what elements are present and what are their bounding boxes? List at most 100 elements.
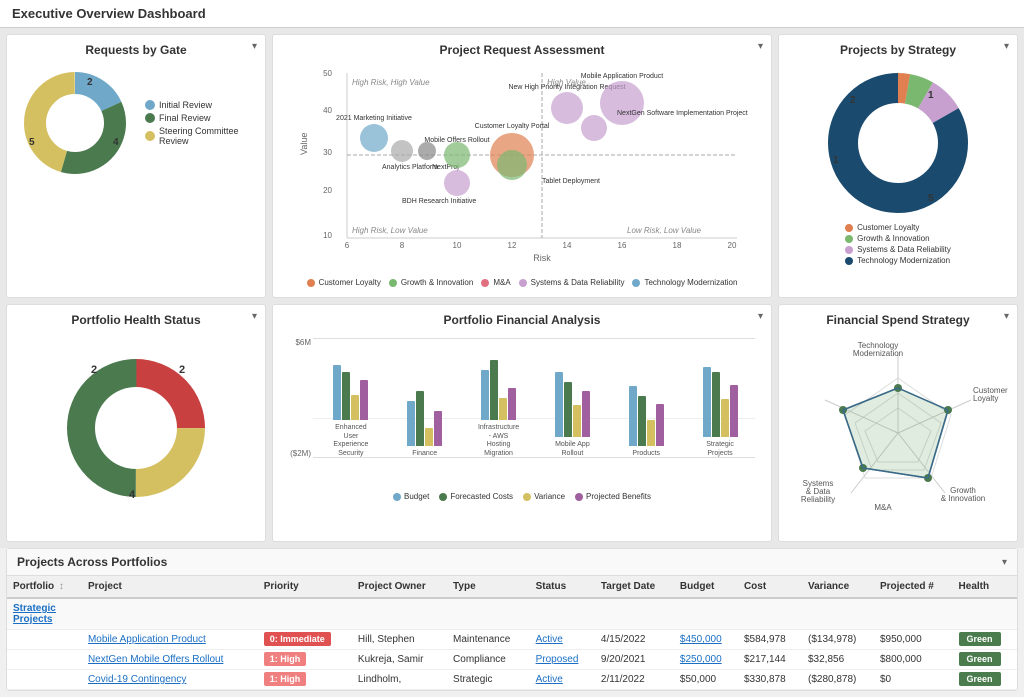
requests-legend: Initial Review Final Review Steering Com… [145, 100, 257, 146]
svg-text:2021 Marketing Initiative: 2021 Marketing Initiative [336, 115, 412, 122]
radar-svg: Technology Modernization Customer Loyalt… [788, 338, 1008, 528]
svg-text:8: 8 [400, 241, 405, 250]
cell-projected-1: $950,000 [874, 630, 953, 650]
svg-text:High Risk, Low Value: High Risk, Low Value [352, 226, 428, 235]
table-header-bar: Projects Across Portfolios ▾ [7, 549, 1017, 576]
bubble-tablet [497, 150, 527, 180]
svg-text:4: 4 [129, 489, 136, 501]
cell-variance-1: ($134,978) [802, 630, 874, 650]
cell-health-3: Green [953, 670, 1017, 690]
requests-by-gate-chart: 2 4 5 Initial Review Final Review Steeri… [15, 63, 257, 183]
assessment-dropdown[interactable]: ▾ [758, 41, 763, 52]
cell-owner-2: Kukreja, Samir [352, 650, 447, 670]
financial-legend: Budget Forecasted Costs Variance Project… [281, 488, 763, 505]
cell-cost-2: $217,144 [738, 650, 802, 670]
scatter-legend-tm: Technology Modernization [632, 278, 737, 287]
budget-link-1[interactable]: $450,000 [680, 634, 722, 645]
cell-type-3: Strategic [447, 670, 530, 690]
requests-by-gate-widget: Requests by Gate ▾ 2 4 5 [6, 34, 266, 298]
cell-date-1: 4/15/2022 [595, 630, 674, 650]
dashboard-header: Executive Overview Dashboard [0, 0, 1024, 28]
svg-text:Tablet Deployment: Tablet Deployment [542, 178, 600, 185]
scatter-legend-sdr: Systems & Data Reliability [519, 278, 625, 287]
status-link-2[interactable]: Proposed [536, 654, 579, 665]
svg-text:10: 10 [453, 241, 462, 250]
svg-text:14: 14 [563, 241, 572, 250]
strategy-dropdown[interactable]: ▾ [1004, 41, 1009, 52]
cell-portfolio-2 [7, 650, 82, 670]
legend-steering: Steering Committee Review [145, 126, 257, 146]
status-link-1[interactable]: Active [536, 634, 563, 645]
requests-by-gate-dropdown[interactable]: ▾ [252, 41, 257, 52]
col-cost[interactable]: Cost [738, 576, 802, 598]
cell-variance-3: ($280,878) [802, 670, 874, 690]
bubble-nextproj [418, 142, 436, 160]
col-health[interactable]: Health [953, 576, 1017, 598]
svg-text:Risk: Risk [533, 253, 551, 263]
top-widgets-row: Requests by Gate ▾ 2 4 5 [0, 28, 1024, 304]
bar-group-eues: EnhancedUserExperienceSecurity [316, 365, 386, 458]
svg-text:10: 10 [323, 231, 332, 240]
col-type[interactable]: Type [447, 576, 530, 598]
cell-cost-1: $584,978 [738, 630, 802, 650]
bar-group-infra: Infrastructure- AWSHostingMigration [464, 360, 534, 458]
spend-strategy-dropdown[interactable]: ▾ [1004, 311, 1009, 322]
svg-text:30: 30 [323, 148, 332, 157]
project-link-1[interactable]: Mobile Application Product [88, 634, 206, 645]
cell-date-3: 2/11/2022 [595, 670, 674, 690]
svg-text:Mobile Offers Rollout: Mobile Offers Rollout [424, 137, 489, 144]
segment-label-5: 5 [29, 137, 35, 148]
col-owner[interactable]: Project Owner [352, 576, 447, 598]
segment-label-2: 2 [87, 77, 93, 88]
radar-chart-area: Technology Modernization Customer Loyalt… [787, 333, 1009, 533]
middle-widgets-row: Portfolio Health Status ▾ 2 2 4 Portfoli… [0, 304, 1024, 548]
group-label[interactable]: StrategicProjects [7, 598, 1017, 630]
bar-group-strategic: StrategicProjects [685, 367, 755, 458]
table-dropdown[interactable]: ▾ [1002, 557, 1007, 568]
col-portfolio[interactable]: Portfolio ↕ [7, 576, 82, 598]
health-badge-1: Green [959, 632, 1001, 646]
legend-dot-steering [145, 131, 155, 141]
health-donut-area: 2 2 4 [15, 333, 257, 513]
financial-spend-strategy-widget: Financial Spend Strategy ▾ [778, 304, 1018, 542]
table-header-row: Portfolio ↕ Project Priority Project Own… [7, 576, 1017, 598]
project-link-2[interactable]: NextGen Mobile Offers Rollout [88, 654, 223, 665]
table-row: Mobile Application Product 0: Immediate … [7, 630, 1017, 650]
svg-text:Modernization: Modernization [853, 349, 903, 358]
budget-link-2[interactable]: $250,000 [680, 654, 722, 665]
svg-text:50: 50 [323, 69, 332, 78]
health-status-dropdown[interactable]: ▾ [252, 311, 257, 322]
svg-text:1: 1 [833, 155, 839, 166]
svg-text:Loyalty: Loyalty [973, 394, 998, 403]
status-link-3[interactable]: Active [536, 674, 563, 685]
col-project[interactable]: Project [82, 576, 258, 598]
portfolio-financial-analysis-widget: Portfolio Financial Analysis ▾ $6M ($2M) [272, 304, 772, 542]
col-variance[interactable]: Variance [802, 576, 874, 598]
col-target-date[interactable]: Target Date [595, 576, 674, 598]
cell-date-2: 9/20/2021 [595, 650, 674, 670]
strategy-donut-svg: 1 2 1 5 [818, 63, 978, 223]
bar-group-products: Products [611, 386, 681, 458]
col-projected[interactable]: Projected # [874, 576, 953, 598]
cell-health-1: Green [953, 630, 1017, 650]
segment-label-4: 4 [113, 137, 119, 148]
scatter-dot-gi [389, 279, 397, 287]
col-budget[interactable]: Budget [674, 576, 738, 598]
dashboard-title: Executive Overview Dashboard [12, 6, 206, 21]
cell-status-3: Active [530, 670, 595, 690]
project-link-3[interactable]: Covid-19 Contingency [88, 674, 186, 685]
svg-text:Analytics Platform: Analytics Platform [382, 164, 438, 171]
col-status[interactable]: Status [530, 576, 595, 598]
cell-variance-2: $32,856 [802, 650, 874, 670]
cell-project-3: Covid-19 Contingency [82, 670, 258, 690]
col-priority[interactable]: Priority [258, 576, 352, 598]
cell-project-1: Mobile Application Product [82, 630, 258, 650]
svg-text:18: 18 [673, 241, 682, 250]
portfolio-health-status-widget: Portfolio Health Status ▾ 2 2 4 [6, 304, 266, 542]
health-badge-3: Green [959, 672, 1001, 686]
svg-text:BDH Research Initiative: BDH Research Initiative [402, 198, 476, 205]
bar-group-finance: Finance [390, 391, 460, 458]
strategy-legend: Customer Loyalty Growth & Innovation Sys… [845, 223, 951, 265]
financial-dropdown[interactable]: ▾ [758, 311, 763, 322]
legend-label-initial: Initial Review [159, 100, 212, 110]
